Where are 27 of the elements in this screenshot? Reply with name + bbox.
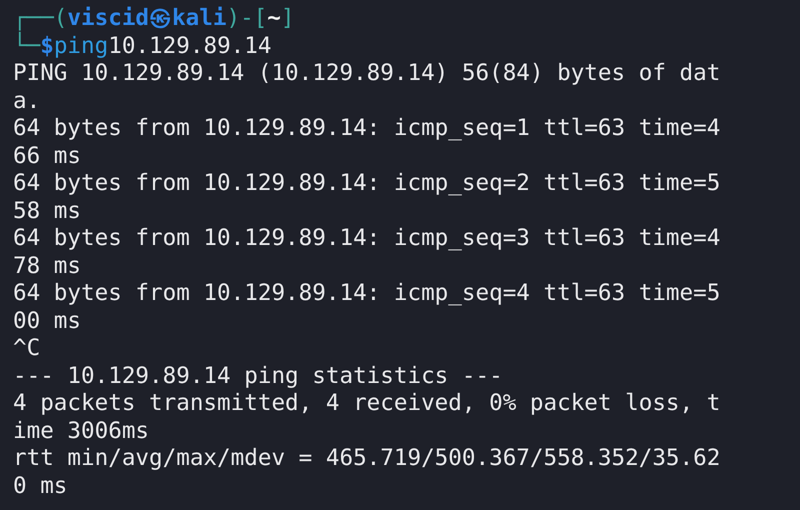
terminal-output-line: 4 packets transmitted, 4 received, 0% packet loss, t [13,390,720,418]
terminal-output-line: 64 bytes from 10.129.89.14: icmp_seq=4 ttl=63 time=5 [13,280,720,308]
prompt-sign: $ [40,32,54,60]
terminal-output-line: rtt min/avg/max/mdev = 465.719/500.367/558.352/35.62 [13,445,720,472]
prompt-frame: ┌──( [13,5,68,32]
prompt-host: kali [172,5,226,32]
prompt-frame: )-[ [226,5,268,32]
terminal-output-line: 78 ms [13,252,82,280]
terminal-output-line: 0 ms [13,472,68,500]
terminal-output-line: PING 10.129.89.14 (10.129.89.14) 56(84) bytes of dat [13,60,720,88]
terminal-output-line: 00 ms [13,308,82,335]
terminal-output-line: --- 10.129.89.14 ping statistics --- [13,362,503,390]
terminal-output-line: 64 bytes from 10.129.89.14: icmp_seq=1 ttl=63 time=4 [13,115,720,142]
command-argument: 10.129.89.14 [108,32,272,60]
prompt-separator: ㉿ [149,5,172,32]
command-name: ping [54,32,108,60]
terminal-output-line: 66 ms [13,142,82,170]
terminal-output-line: ime 3006ms [13,418,150,445]
prompt-directory: ~ [267,5,281,32]
prompt-frame: └─ [13,32,40,60]
terminal-output-line: 64 bytes from 10.129.89.14: icmp_seq=3 ttl=63 time=4 [13,225,720,252]
terminal-output-line: 58 ms [13,198,82,225]
prompt-user: viscid [67,5,150,32]
terminal-output-line: ^C [13,335,40,362]
terminal-output-line: 64 bytes from 10.129.89.14: icmp_seq=2 ttl=63 time=5 [13,170,720,198]
terminal-output-line: a. [13,88,40,115]
prompt-frame: ] [280,5,294,32]
